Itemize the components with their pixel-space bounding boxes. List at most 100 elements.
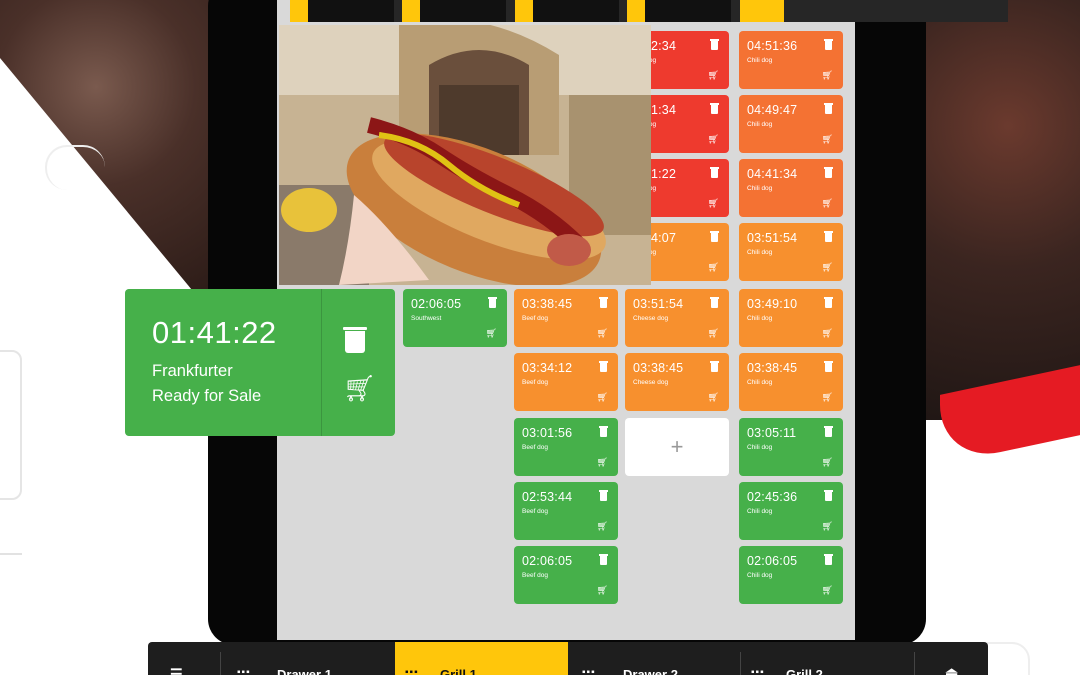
top-tab[interactable] [308,0,394,22]
trash-icon[interactable] [488,297,497,308]
tile-product: Chili dog [747,57,773,64]
tile-timer: 02:06:05 [522,554,573,568]
top-tab[interactable] [645,0,731,22]
upload-button[interactable]: ⏏︎ [915,642,988,675]
trash-icon[interactable] [824,167,833,178]
timer-tile[interactable]: 03:05:11 Chili dog 🛒︎ [739,418,843,476]
tile-product: Chili dog [747,315,773,322]
add-item-button[interactable]: + [625,418,729,476]
timer-tile[interactable]: 03:38:45 Chili dog 🛒︎ [739,353,843,411]
tile-timer: 03:38:45 [747,361,798,375]
upload-icon: ⏏︎ [945,664,959,675]
background-outline-shape [45,145,105,190]
trash-icon[interactable] [599,554,608,565]
selected-item-timer: 01:41:22 [152,315,277,350]
selected-item-card[interactable]: 01:41:22 Frankfurter Ready for Sale 🛒︎ [125,289,395,436]
cart-icon[interactable]: 🛒︎ [597,458,608,467]
trash-icon[interactable] [710,231,719,242]
trash-icon[interactable] [599,490,608,501]
cart-icon[interactable]: 🛒︎ [822,135,833,144]
trash-icon[interactable] [710,297,719,308]
background-line [0,553,22,555]
cart-icon[interactable]: 🛒︎ [822,458,833,467]
tile-product: Chili dog [747,572,773,579]
tab-drawer-1[interactable]: ▪▪▪ Drawer 1 [221,642,394,675]
trash-icon[interactable] [824,103,833,114]
tab-drawer-2[interactable]: ▪▪▪ Drawer 2 [568,642,741,675]
timer-tile[interactable]: 03:38:45 Beef dog 🛒︎ [514,289,618,347]
tile-product: Beef dog [522,315,549,322]
top-tab-bar [290,0,1008,22]
cart-icon[interactable]: 🛒︎ [708,135,719,144]
timer-tile[interactable]: 02:45:36 Chili dog 🛒︎ [739,482,843,540]
cart-icon[interactable]: 🛒︎ [708,329,719,338]
tile-product: Chili dog [747,444,773,451]
cart-icon[interactable]: 🛒︎ [597,586,608,595]
trash-icon[interactable] [824,361,833,372]
cart-icon[interactable]: 🛒︎ [708,71,719,80]
trash-icon[interactable] [824,490,833,501]
top-tab[interactable] [533,0,619,22]
menu-button[interactable]: ☰ [148,642,220,675]
timer-tile[interactable]: 03:01:56 Beef dog 🛒︎ [514,418,618,476]
cart-icon[interactable]: 🛒︎ [597,329,608,338]
cart-icon[interactable]: 🛒︎ [708,263,719,272]
trash-icon[interactable] [824,297,833,308]
cart-icon[interactable]: 🛒︎ [822,522,833,531]
tile-product: Beef dog [522,508,549,515]
tab-grill-1[interactable]: ▪▪▪ Grill 1 [395,642,568,675]
trash-icon[interactable] [824,426,833,437]
trash-icon[interactable] [710,103,719,114]
trash-icon[interactable] [824,231,833,242]
timer-tile[interactable]: 02:53:44 Beef dog 🛒︎ [514,482,618,540]
trash-icon[interactable] [599,297,608,308]
tile-product: Chili dog [747,185,773,192]
timer-tile[interactable]: 04:49:47 Chili dog 🛒︎ [739,95,843,153]
timer-tile[interactable]: 03:51:54 Cheese dog 🛒︎ [625,289,729,347]
cart-icon[interactable]: 🛒︎ [343,375,376,401]
trash-icon[interactable] [599,426,608,437]
tab-icon: ▪▪▪ [237,667,251,675]
top-tab[interactable] [420,0,506,22]
tab-label: Grill 2 [786,667,823,675]
trash-icon[interactable] [343,327,367,353]
top-tab-accent [290,0,308,22]
cart-icon[interactable]: 🛒︎ [597,522,608,531]
cart-icon[interactable]: 🛒︎ [486,329,497,338]
tile-timer: 04:49:47 [747,103,798,117]
cart-icon[interactable]: 🛒︎ [822,393,833,402]
timer-tile[interactable]: 03:38:45 Cheese dog 🛒︎ [625,353,729,411]
selected-item-status: Ready for Sale [152,387,262,405]
trash-icon[interactable] [599,361,608,372]
timer-tile[interactable]: 02:06:05 Chili dog 🛒︎ [739,546,843,604]
tab-icon: ▪▪▪ [751,667,765,675]
trash-icon[interactable] [824,554,833,565]
cart-icon[interactable]: 🛒︎ [822,263,833,272]
cart-icon[interactable]: 🛒︎ [822,329,833,338]
cart-icon[interactable]: 🛒︎ [822,199,833,208]
cart-icon[interactable]: 🛒︎ [822,71,833,80]
tile-product: Southwest [411,315,442,322]
cart-icon[interactable]: 🛒︎ [597,393,608,402]
cart-icon[interactable]: 🛒︎ [708,199,719,208]
background-outline-shape [0,350,22,500]
tile-timer: 02:06:05 [747,554,798,568]
trash-icon[interactable] [824,39,833,50]
timer-tile[interactable]: 03:49:10 Chili dog 🛒︎ [739,289,843,347]
timer-tile[interactable]: 02:06:05 Beef dog 🛒︎ [514,546,618,604]
trash-icon[interactable] [710,167,719,178]
timer-tile[interactable]: 02:06:05 Southwest 🛒︎ [403,289,507,347]
timer-tile[interactable]: 03:34:12 Beef dog 🛒︎ [514,353,618,411]
timer-tile[interactable]: 03:51:54 Chili dog 🛒︎ [739,223,843,281]
menu-icon: ☰ [170,666,183,675]
tile-product: Chili dog [747,508,773,515]
timer-tile[interactable]: 04:41:34 Chili dog 🛒︎ [739,159,843,217]
timer-tile[interactable]: 04:51:36 Chili dog 🛒︎ [739,31,843,89]
tab-grill-2[interactable]: ▪▪▪ Grill 2 [741,642,914,675]
cart-icon[interactable]: 🛒︎ [708,393,719,402]
trash-icon[interactable] [710,361,719,372]
cart-icon[interactable]: 🛒︎ [822,586,833,595]
hot-dog-photo [279,25,651,285]
tile-timer: 03:34:12 [522,361,573,375]
trash-icon[interactable] [710,39,719,50]
